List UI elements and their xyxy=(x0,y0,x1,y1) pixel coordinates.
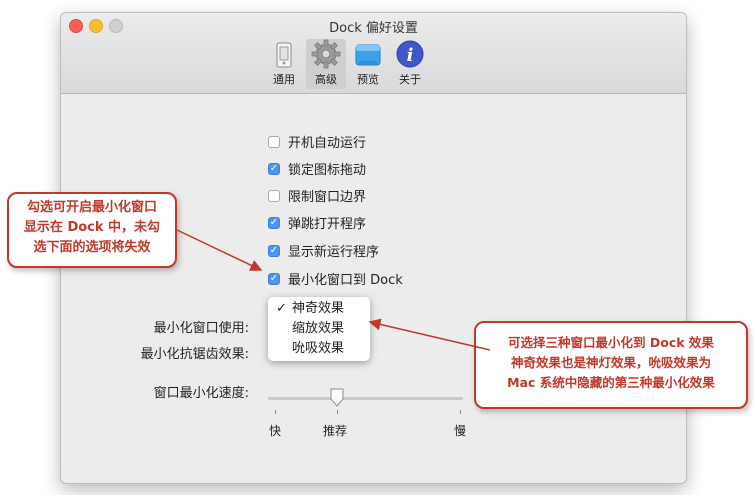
checkbox[interactable] xyxy=(268,189,280,202)
speed-label: 窗口最小化速度: xyxy=(153,386,249,401)
checkbox[interactable] xyxy=(268,216,280,229)
title-bar: Dock 偏好设置 通用 高级 预览 i 关于 xyxy=(61,13,686,94)
menu-item-genie[interactable]: ✓ 神奇效果 xyxy=(268,299,370,319)
annotation-line: 可选择三种窗口最小化到 Dock 效果 xyxy=(508,335,714,350)
option-label: 锁定图标拖动 xyxy=(288,163,367,178)
slider-min-label: 快 xyxy=(269,424,282,438)
antialias-label: 最小化抗锯齿效果: xyxy=(140,347,249,362)
window-icon xyxy=(353,41,383,69)
tab-preview-label: 预览 xyxy=(357,73,379,86)
annotation-line: 显示在 Dock 中，未勾 xyxy=(23,220,161,235)
option-lock-icon-drag[interactable]: 锁定图标拖动 xyxy=(268,159,366,178)
option-label: 限制窗口边界 xyxy=(288,190,367,205)
option-label: 弹跳打开程序 xyxy=(288,217,367,232)
annotation-line: 选下面的选项将失效 xyxy=(33,240,151,255)
slider-tick xyxy=(460,410,461,414)
option-minimize-to-dock[interactable]: 最小化窗口到 Dock xyxy=(268,269,403,288)
option-bounce-open[interactable]: 弹跳打开程序 xyxy=(268,213,366,232)
option-label: 开机自动运行 xyxy=(288,136,367,151)
svg-text:i: i xyxy=(407,45,414,66)
gear-icon xyxy=(311,39,341,69)
check-mark-icon: ✓ xyxy=(276,301,287,316)
option-limit-window-bounds[interactable]: 限制窗口边界 xyxy=(268,186,366,205)
checkbox[interactable] xyxy=(268,162,280,175)
info-icon: i xyxy=(395,39,425,69)
annotation-line: Mac 系统中隐藏的第三种最小化效果 xyxy=(507,375,715,390)
minimize-effect-menu[interactable]: ✓ 神奇效果 缩放效果 吮吸效果 xyxy=(268,297,370,361)
slider-mid-label: 推荐 xyxy=(323,424,348,438)
option-show-new-apps[interactable]: 显示新运行程序 xyxy=(268,241,379,260)
tab-advanced[interactable]: 高级 xyxy=(306,39,346,89)
checkbox[interactable] xyxy=(268,244,280,257)
annotation-line: 勾选可开启最小化窗口 xyxy=(26,200,157,215)
menu-item-label: 神奇效果 xyxy=(292,301,345,316)
annotation-left: 勾选可开启最小化窗口 显示在 Dock 中，未勾 选下面的选项将失效 xyxy=(7,192,177,268)
advanced-pane: 开机自动运行 锁定图标拖动 限制窗口边界 弹跳打开程序 显示新运行程序 最小化窗… xyxy=(61,94,686,483)
tab-preview[interactable]: 预览 xyxy=(348,39,388,89)
minimize-effect-label: 最小化窗口使用: xyxy=(153,321,249,336)
annotation-line: 神奇效果也是神灯效果，吮吸效果为 xyxy=(510,355,711,370)
checkbox[interactable] xyxy=(268,272,280,285)
tab-advanced-label: 高级 xyxy=(315,73,337,86)
menu-item-label: 缩放效果 xyxy=(292,321,345,336)
menu-item-scale[interactable]: 缩放效果 xyxy=(268,319,370,339)
speed-slider-track[interactable] xyxy=(268,397,463,400)
option-label: 显示新运行程序 xyxy=(288,245,380,260)
checkbox[interactable] xyxy=(268,135,280,148)
toolbar: 通用 高级 预览 i 关于 xyxy=(264,39,430,89)
tab-general[interactable]: 通用 xyxy=(264,39,304,89)
tab-general-label: 通用 xyxy=(273,73,295,86)
option-label: 最小化窗口到 Dock xyxy=(288,273,403,288)
menu-item-label: 吮吸效果 xyxy=(292,341,345,356)
menu-item-suck[interactable]: 吮吸效果 xyxy=(268,339,370,359)
slider-tick xyxy=(275,410,276,414)
phone-icon xyxy=(272,41,296,69)
slider-tick xyxy=(337,410,338,414)
window-title: Dock 偏好设置 xyxy=(329,21,418,36)
tab-about-label: 关于 xyxy=(399,73,421,86)
annotation-right: 可选择三种窗口最小化到 Dock 效果 神奇效果也是神灯效果，吮吸效果为 Mac… xyxy=(474,321,748,409)
option-launch-at-login[interactable]: 开机自动运行 xyxy=(268,132,366,151)
tab-about[interactable]: i 关于 xyxy=(390,39,430,89)
speed-slider-thumb[interactable] xyxy=(329,388,345,412)
slider-max-label: 慢 xyxy=(454,424,467,438)
